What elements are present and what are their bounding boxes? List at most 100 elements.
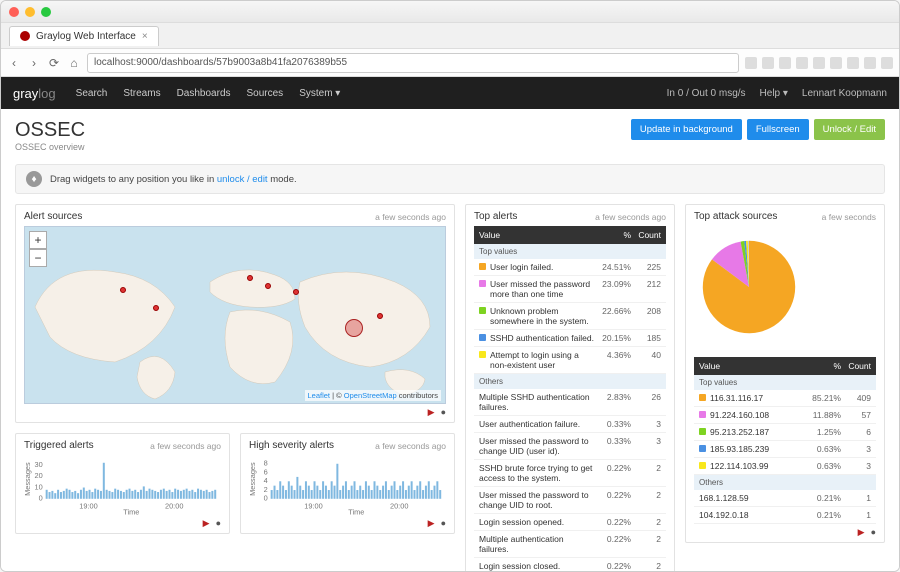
unlock-edit-button[interactable]: Unlock / Edit — [814, 119, 885, 140]
table-row[interactable]: Attempt to login using a non-existent us… — [474, 347, 666, 374]
ext-icon[interactable] — [830, 57, 842, 69]
svg-text:30: 30 — [34, 460, 42, 469]
play-icon[interactable]: ▶ — [203, 518, 210, 529]
widget-timestamp: a few seconds ago — [150, 441, 221, 451]
window-titlebar — [1, 1, 899, 23]
map-marker[interactable] — [153, 305, 159, 311]
map-marker[interactable] — [293, 289, 299, 295]
table-row[interactable]: 116.31.116.1785.21%409 — [694, 390, 876, 407]
play-icon[interactable]: ▶ — [428, 407, 435, 418]
table-section: Others — [694, 475, 876, 490]
svg-text:19:00: 19:00 — [304, 502, 322, 511]
ext-icon[interactable] — [745, 57, 757, 69]
widget-timestamp: a few seconds ago — [375, 212, 446, 222]
help-menu[interactable]: Help ▾ — [760, 88, 788, 99]
close-icon[interactable] — [9, 7, 19, 17]
svg-text:0: 0 — [39, 494, 43, 503]
widget-title: Top alerts — [474, 211, 517, 222]
widget-alert-sources: Alert sources a few seconds ago — [15, 204, 455, 423]
tab-title: Graylog Web Interface — [36, 31, 136, 42]
reload-icon[interactable]: ⟳ — [47, 56, 61, 70]
table-row[interactable]: User login failed.24.51%225 — [474, 259, 666, 276]
forward-icon[interactable]: › — [27, 56, 41, 70]
table-row[interactable]: User missed the password more than one t… — [474, 276, 666, 303]
svg-text:0: 0 — [264, 494, 268, 503]
table-row[interactable]: 168.1.128.590.21%1 — [694, 490, 876, 507]
nav-link[interactable]: Search — [76, 88, 108, 99]
table-row[interactable]: SSHD authentication failed.20.15%185 — [474, 330, 666, 347]
ext-icon[interactable] — [864, 57, 876, 69]
fullscreen-button[interactable]: Fullscreen — [747, 119, 809, 140]
page-title: OSSEC — [15, 119, 85, 142]
nav-items: Search Streams Dashboards Sources System ▾ — [76, 88, 341, 99]
browser-toolbar: ‹ › ⟳ ⌂ — [1, 49, 899, 77]
home-icon[interactable]: ⌂ — [67, 56, 81, 70]
widget-timestamp: a few seconds ago — [375, 441, 446, 451]
table-row[interactable]: Multiple authentication failures.0.22%2 — [474, 531, 666, 558]
zoom-in-button[interactable]: + — [29, 231, 47, 249]
ext-icon[interactable] — [762, 57, 774, 69]
table-row[interactable]: Multiple SSHD authentication failures.2.… — [474, 389, 666, 416]
widget-high-severity: High severity alerts a few seconds ago 0… — [240, 433, 455, 534]
maximize-icon[interactable] — [41, 7, 51, 17]
ext-icon[interactable] — [847, 57, 859, 69]
nav-link[interactable]: System ▾ — [299, 88, 340, 99]
map-marker[interactable] — [265, 283, 271, 289]
table-row[interactable]: Login session opened.0.22%2 — [474, 514, 666, 531]
info-icon[interactable]: ● — [216, 518, 221, 529]
table-row[interactable]: SSHD brute force trying to get access to… — [474, 460, 666, 487]
url-input[interactable] — [87, 53, 739, 73]
svg-text:8: 8 — [264, 459, 268, 468]
info-icon[interactable]: ● — [441, 518, 446, 529]
nav-link[interactable]: Dashboards — [177, 88, 231, 99]
table-row[interactable]: 95.213.252.1871.25%6 — [694, 424, 876, 441]
pie-chart — [694, 232, 804, 342]
ext-icon[interactable] — [796, 57, 808, 69]
tab-close-icon[interactable]: × — [142, 31, 148, 42]
table-row[interactable]: User authentication failure.0.33%3 — [474, 416, 666, 433]
svg-text:4: 4 — [264, 476, 268, 485]
table-row[interactable]: Unknown problem somewhere in the system.… — [474, 303, 666, 330]
nav-link[interactable]: Sources — [247, 88, 284, 99]
svg-text:20: 20 — [34, 471, 42, 480]
svg-text:2: 2 — [264, 485, 268, 494]
high-severity-chart: 0246819:0020:00TimeMessages — [249, 455, 446, 515]
table-row[interactable]: 91.224.160.10811.88%57 — [694, 407, 876, 424]
map-marker[interactable] — [377, 313, 383, 319]
back-icon[interactable]: ‹ — [7, 56, 21, 70]
throughput-indicator: In 0 / Out 0 msg/s — [667, 88, 746, 99]
svg-text:Time: Time — [348, 508, 364, 515]
play-icon[interactable]: ▶ — [858, 527, 865, 538]
nav-link[interactable]: Streams — [123, 88, 160, 99]
table-row[interactable]: 122.114.103.990.63%3 — [694, 458, 876, 475]
map-marker[interactable] — [120, 287, 126, 293]
table-section: Top values — [474, 244, 666, 259]
play-icon[interactable]: ▶ — [428, 518, 435, 529]
minimize-icon[interactable] — [25, 7, 35, 17]
browser-tab[interactable]: Graylog Web Interface × — [9, 26, 159, 46]
update-background-button[interactable]: Update in background — [631, 119, 742, 140]
ext-icon[interactable] — [813, 57, 825, 69]
hamburger-icon[interactable] — [881, 57, 893, 69]
unlock-edit-link[interactable]: unlock / edit — [217, 174, 268, 185]
user-menu[interactable]: Lennart Koopmann — [802, 88, 887, 99]
widget-title: Top attack sources — [694, 211, 777, 222]
map-marker[interactable] — [247, 275, 253, 281]
zoom-out-button[interactable]: − — [29, 249, 47, 267]
table-row[interactable]: User missed the password to change UID (… — [474, 433, 666, 460]
brand-logo[interactable]: graylog — [13, 86, 56, 101]
page-subtitle: OSSEC overview — [15, 142, 85, 152]
info-icon[interactable]: ● — [871, 527, 876, 538]
table-header: Value%Count — [694, 357, 876, 375]
info-icon[interactable]: ● — [441, 407, 446, 418]
favicon-icon — [20, 31, 30, 41]
ext-icon[interactable] — [779, 57, 791, 69]
table-row[interactable]: 185.93.185.2390.63%3 — [694, 441, 876, 458]
widget-timestamp: a few seconds — [822, 212, 876, 222]
table-row[interactable]: Login session closed.0.22%2 — [474, 558, 666, 571]
world-map[interactable]: + − Leaflet | © OpenStreetMap contributo… — [24, 226, 446, 404]
table-row[interactable]: 104.192.0.180.21%1 — [694, 507, 876, 524]
table-row[interactable]: User missed the password to change UID t… — [474, 487, 666, 514]
map-marker-large[interactable] — [345, 319, 363, 337]
svg-text:20:00: 20:00 — [390, 502, 408, 511]
